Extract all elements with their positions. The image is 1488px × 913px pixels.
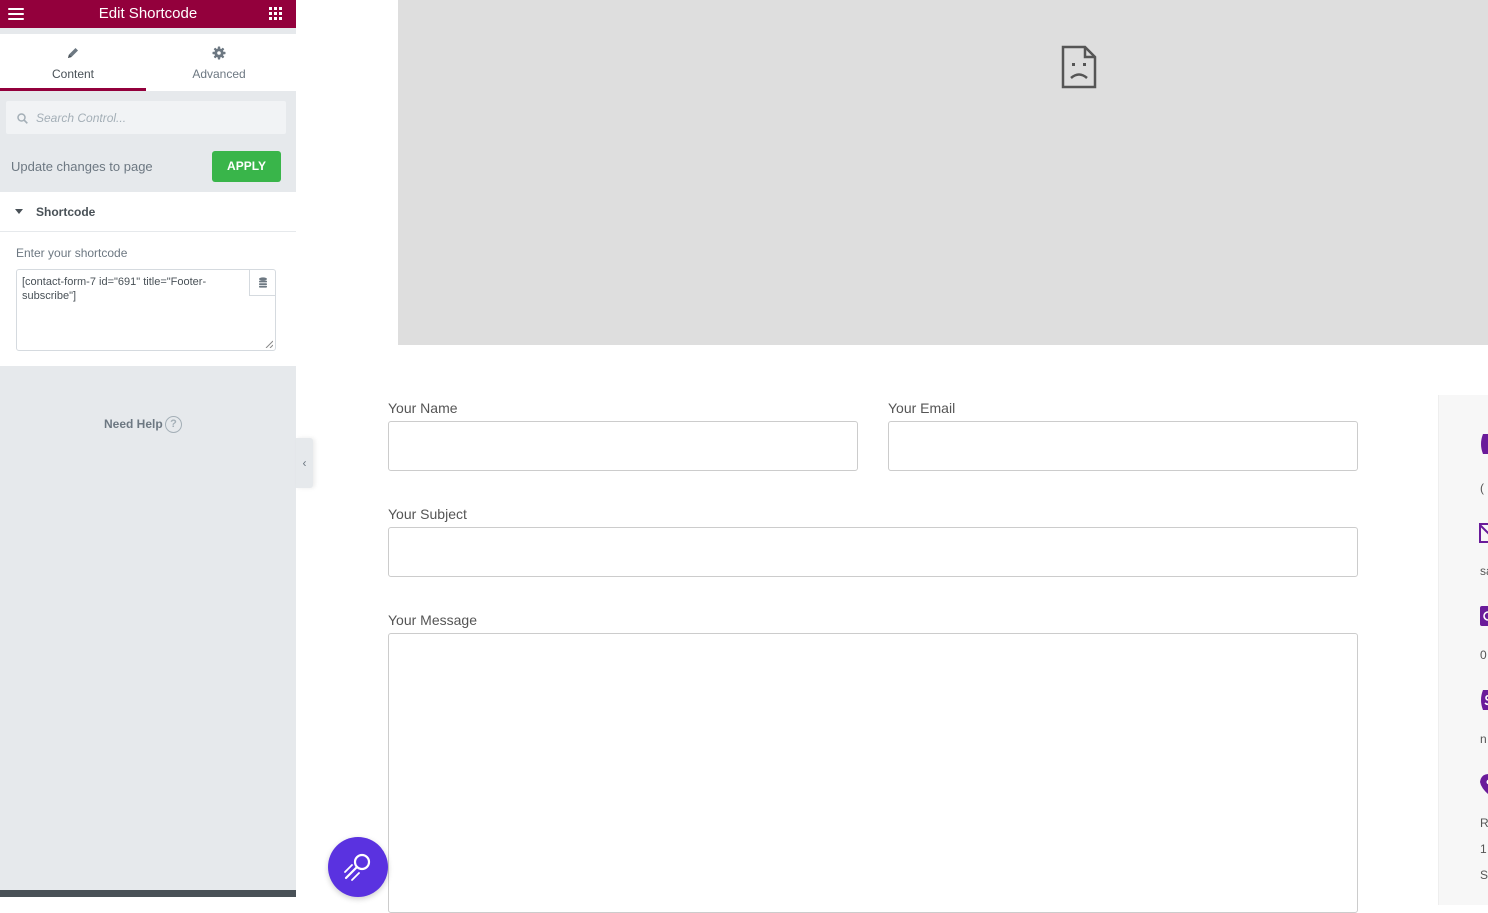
tab-content-label: Content	[0, 67, 146, 81]
widgets-grid-icon[interactable]	[269, 7, 282, 20]
tab-advanced-label: Advanced	[146, 67, 292, 81]
apply-button[interactable]: APPLY	[212, 151, 281, 182]
whatsapp-icon	[1479, 604, 1488, 628]
dynamic-tags-database-icon[interactable]	[249, 270, 275, 296]
your-message-textarea[interactable]	[388, 633, 1358, 913]
your-subject-input[interactable]	[388, 527, 1358, 577]
location-pin-icon	[1479, 772, 1488, 796]
your-subject-label: Your Subject	[388, 506, 467, 522]
email-icon	[1479, 521, 1488, 545]
shortcode-section: Shortcode Enter your shortcode [contact-…	[0, 192, 296, 366]
map-embed-frame	[398, 0, 1488, 345]
phone-shield-icon	[1479, 432, 1488, 456]
gear-icon	[146, 46, 292, 62]
sad-document-icon	[1061, 45, 1097, 89]
collapse-panel-handle[interactable]: ‹	[296, 438, 313, 488]
contact-snippet-skype: n	[1480, 732, 1487, 746]
search-icon	[17, 111, 28, 129]
contact-snippet-address-1: R	[1480, 816, 1488, 830]
panel-footer	[0, 890, 296, 897]
shortcode-field-label: Enter your shortcode	[16, 246, 127, 260]
your-email-label: Your Email	[888, 400, 955, 416]
update-changes-label: Update changes to page	[11, 159, 153, 174]
pencil-icon	[0, 46, 146, 62]
panel-title: Edit Shortcode	[0, 6, 296, 22]
contact-snippet-address-3: S	[1480, 868, 1488, 882]
magnifier-icon	[340, 849, 376, 885]
panel-header: Edit Shortcode	[0, 0, 296, 28]
tab-advanced[interactable]: Advanced	[146, 34, 292, 91]
shortcode-value[interactable]: [contact-form-7 id="691" title="Footer-s…	[22, 275, 244, 303]
skype-icon	[1479, 688, 1488, 712]
shortcode-textarea[interactable]: [contact-form-7 id="691" title="Footer-s…	[16, 269, 276, 351]
your-message-label: Your Message	[388, 612, 477, 628]
floating-search-button[interactable]	[328, 837, 388, 897]
help-circle-icon[interactable]: ?	[165, 416, 182, 433]
tab-content[interactable]: Content	[0, 34, 146, 91]
contact-snippet-whatsapp: 0	[1480, 648, 1487, 662]
your-email-input[interactable]	[888, 421, 1358, 471]
need-help-link[interactable]: Need Help	[104, 417, 163, 431]
editor-panel: Edit Shortcode Content	[0, 0, 296, 897]
your-name-input[interactable]	[388, 421, 858, 471]
caret-down-icon	[15, 209, 23, 214]
your-name-label: Your Name	[388, 400, 458, 416]
contact-snippet-email: sa	[1480, 564, 1488, 578]
panel-tabs: Content Advanced	[0, 34, 296, 91]
resize-grip-icon[interactable]	[265, 340, 273, 348]
contact-snippet-address-2: 1	[1480, 842, 1487, 856]
search-control-input[interactable]	[36, 101, 276, 134]
shortcode-section-toggle[interactable]: Shortcode	[0, 192, 296, 232]
search-control	[6, 101, 286, 134]
contact-snippet-phone: (	[1480, 481, 1484, 495]
section-title: Shortcode	[36, 205, 95, 219]
